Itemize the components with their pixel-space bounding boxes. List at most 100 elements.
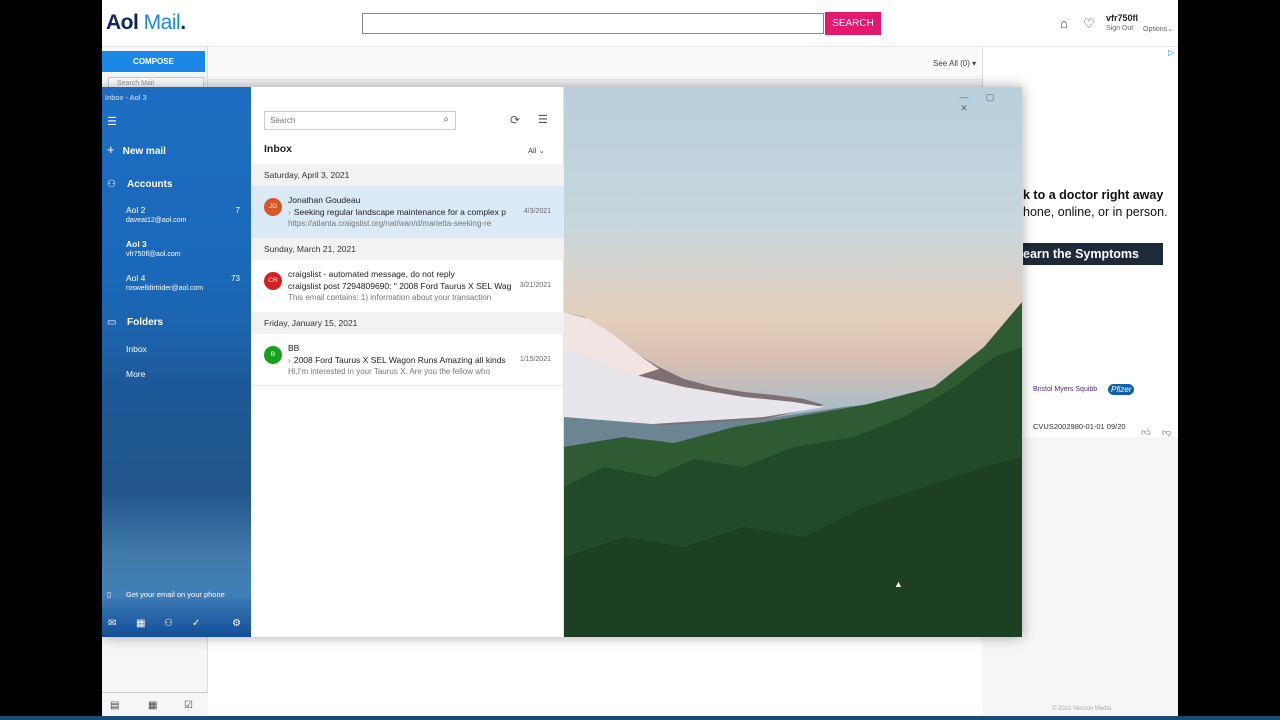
adchoices-icon[interactable]: ▷ xyxy=(1168,48,1174,57)
account-email: roswelldirtrider@aol.com xyxy=(126,285,204,292)
unread-count: 7 xyxy=(235,206,240,215)
see-all-label: See All (0) xyxy=(933,59,970,68)
person-icon: ⚇ xyxy=(107,179,116,190)
chevron-down-icon: ⌄ xyxy=(1167,26,1173,33)
account-item-aol3[interactable]: Aol 3 vfr750fl@aol.com xyxy=(126,239,236,258)
aol-mail-logo[interactable]: Aol Mail. xyxy=(106,11,186,35)
window-controls: — ▢✕ xyxy=(951,92,1022,114)
ad-subline: hone, online, or in person. xyxy=(1023,205,1168,219)
hamburger-menu-icon[interactable]: ☰ xyxy=(107,115,117,128)
logo-dot: . xyxy=(180,11,186,34)
unread-count: 73 xyxy=(231,274,240,283)
message-item[interactable]: CR craigslist - automated message, do no… xyxy=(251,260,564,312)
mail-sidebar: Inbox - Aol 3 ☰ + New mail ⚇ Accounts Aol … xyxy=(102,87,251,637)
aol-search-button[interactable]: SEARCH xyxy=(825,12,881,35)
search-icon[interactable]: ⌕ xyxy=(443,114,449,125)
home-icon[interactable]: ⌂ xyxy=(1060,17,1074,31)
message-date: 4/3/2021 xyxy=(523,208,551,215)
minimize-icon[interactable]: — xyxy=(951,92,977,102)
account-name: Aol 3 xyxy=(126,239,147,249)
ad-sponsor-pfizer: Pfizer xyxy=(1108,384,1135,395)
message-subject: craigslist post 7294809690: " 2008 Ford … xyxy=(288,281,512,291)
aol-header: Aol Mail. SEARCH ⌂ ♡ vfr750fl Sign Out O… xyxy=(102,0,1178,47)
account-name: Aol 4 xyxy=(126,273,146,283)
window-title: Inbox - Aol 3 xyxy=(105,93,147,102)
mountain-background-image xyxy=(564,302,1022,637)
date-group-header: Sunday, March 21, 2021 xyxy=(251,238,564,260)
message-item[interactable]: B BB › 2008 Ford Taurus X SEL Wagon Runs … xyxy=(251,334,564,386)
close-icon[interactable]: ✕ xyxy=(951,103,977,114)
reading-pane xyxy=(564,87,1022,637)
folder-inbox[interactable]: Inbox xyxy=(126,344,147,354)
aol-username: vfr750fl xyxy=(1106,13,1139,23)
account-email: daveat12@aol.com xyxy=(126,217,187,224)
heart-icon[interactable]: ♡ xyxy=(1083,17,1097,31)
accounts-header[interactable]: ⚇ Accounts xyxy=(107,179,173,190)
copyright: © 2021 Verizon Media xyxy=(1052,706,1112,712)
new-mail-button[interactable]: + New mail xyxy=(107,142,166,157)
folders-header[interactable]: ▭ Folders xyxy=(107,317,163,328)
filter-dropdown[interactable]: All ⌄ xyxy=(528,146,545,155)
ad-cta-button[interactable]: earn the Symptoms xyxy=(1023,243,1163,265)
options-menu[interactable]: Options⌄ xyxy=(1143,25,1173,33)
message-subject: Seeking regular landscape maintenance fo… xyxy=(293,207,506,217)
sidebar-bottom-bar: ✉ ▦ ⚇ ✓ ⚙ xyxy=(102,614,251,636)
sync-icon[interactable]: ⟳ xyxy=(510,113,520,127)
mail-icon[interactable]: ✉ xyxy=(108,618,116,629)
list-divider xyxy=(251,385,564,386)
accounts-label: Accounts xyxy=(127,179,173,190)
settings-gear-icon[interactable]: ⚙ xyxy=(232,618,241,629)
search-placeholder: Search xyxy=(270,116,296,125)
see-all-dropdown[interactable]: See All (0) ▾ xyxy=(933,59,976,68)
sender-avatar: B xyxy=(264,346,282,364)
compose-button[interactable]: COMPOSE xyxy=(102,51,205,72)
account-email: vfr750fl@aol.com xyxy=(126,251,181,258)
maximize-icon[interactable]: ▢ xyxy=(977,92,1003,103)
phone-promo-label: Get your email on your phone xyxy=(126,590,225,599)
sign-out-link[interactable]: Sign Out xyxy=(1106,25,1133,32)
chevron-down-icon: ⌄ xyxy=(538,146,545,155)
message-sender: BB xyxy=(288,343,300,353)
taskbar-strip xyxy=(0,716,1280,720)
todo-icon[interactable]: ✓ xyxy=(192,618,200,629)
tasks-icon[interactable]: ☑ xyxy=(184,700,193,711)
contacts-icon[interactable]: ▤ xyxy=(110,700,119,711)
selection-mode-icon[interactable]: ☰ xyxy=(538,113,548,126)
message-subject: 2008 Ford Taurus X SEL Wagon Runs Amazin… xyxy=(293,355,506,365)
folder-icon: ▭ xyxy=(107,317,117,328)
ad-headline: k to a doctor right away xyxy=(1023,188,1164,202)
folders-label: Folders xyxy=(127,317,164,328)
mail-search-input[interactable]: Search ⌕ xyxy=(264,111,456,130)
ad-sponsor-bms: Bristol Myers Squibb xyxy=(1033,386,1098,393)
chevron-right-icon[interactable]: › xyxy=(288,355,291,365)
aol-browser-page: Aol Mail. SEARCH ⌂ ♡ vfr750fl Sign Out O… xyxy=(102,0,1178,720)
ad-code: CVUS2002980-01-01 09/20 xyxy=(1033,422,1126,431)
folder-more[interactable]: More xyxy=(126,369,145,379)
message-subject-row: › 2008 Ford Taurus X SEL Wagon Runs Amazi… xyxy=(288,355,520,365)
aol-list-header xyxy=(208,48,983,80)
filter-label: All xyxy=(528,146,537,155)
sender-avatar: JG xyxy=(264,198,282,216)
chevron-right-icon[interactable]: › xyxy=(288,207,291,217)
calendar-icon[interactable]: ▦ xyxy=(148,700,157,711)
people-icon[interactable]: ⚇ xyxy=(164,618,173,629)
aol-bottom-toolbar: ▤ ▦ ☑ xyxy=(102,692,208,716)
sender-avatar: CR xyxy=(264,272,282,290)
new-mail-label: New mail xyxy=(122,146,166,157)
mouse-cursor-icon: ▲ xyxy=(894,579,903,589)
date-group-header: Saturday, April 3, 2021 xyxy=(251,164,564,186)
account-item-aol2[interactable]: Aol 2 daveat12@aol.com 7 xyxy=(126,205,240,224)
message-item[interactable]: JG Jonathan Goudeau › Seeking regular lan… xyxy=(251,186,564,238)
account-item-aol4[interactable]: Aol 4 roswelldirtrider@aol.com 73 xyxy=(126,273,240,292)
aol-search-input[interactable] xyxy=(362,13,824,34)
message-subject-row: › Seeking regular landscape maintenance f… xyxy=(288,207,520,217)
message-date: 3/21/2021 xyxy=(519,282,551,289)
message-preview: This email contains: 1) information abou… xyxy=(288,293,492,302)
message-preview: Hi,I'm interested in your Taurus X. Are … xyxy=(288,367,490,376)
get-email-on-phone-link[interactable]: ▯ Get your email on your phone xyxy=(107,590,225,599)
message-list-pane: Search ⌕ ⟳ ☰ Inbox All ⌄ Saturday, April … xyxy=(251,87,564,637)
message-sender: Jonathan Goudeau xyxy=(288,195,361,205)
calendar-icon[interactable]: ▦ xyxy=(136,618,145,629)
logo-aol-text: Aol xyxy=(106,11,139,34)
message-date: 1/15/2021 xyxy=(519,356,551,363)
